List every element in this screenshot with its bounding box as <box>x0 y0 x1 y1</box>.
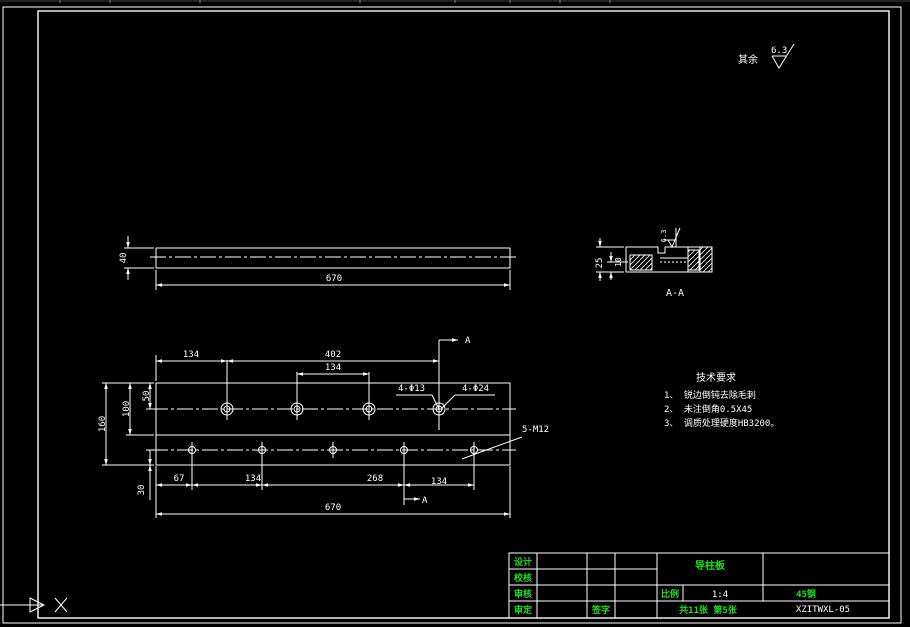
finish-value: 6.3 <box>771 46 787 56</box>
section-dim-total: 25 <box>595 258 605 269</box>
tech-note-1: 1、 锐边倒钝去除毛刺 <box>664 389 756 401</box>
ucs-icon <box>0 597 68 613</box>
front-view-labels: 134 402 134 A 4-Φ13 4-Φ24 5-M12 160 100 … <box>98 336 549 513</box>
tech-notes: 技术要求 1、 锐边倒钝去除毛刺 2、 未注倒角0.5X45 3、 调质处理硬度… <box>664 371 779 429</box>
dim-160: 160 <box>98 416 108 432</box>
dim-134-bottom: 134 <box>245 474 261 484</box>
title-block-text: 设计 校核 审核 审定 签字 导柱板 比例 1:4 45钢 共11张 第5张 X… <box>514 556 850 616</box>
dim-30: 30 <box>137 485 147 496</box>
section-view <box>596 227 713 281</box>
inner-border <box>37 10 890 619</box>
section-label: A-A <box>666 288 684 299</box>
callout-large-holes: 4-Φ24 <box>462 384 489 394</box>
tb-sign: 签字 <box>591 604 610 616</box>
dim-134-bottom-right: 134 <box>431 477 447 487</box>
tb-design: 设计 <box>514 556 532 568</box>
dim-134-top: 134 <box>183 350 199 360</box>
tb-scale-value: 1:4 <box>712 590 728 600</box>
section-mark-top: A <box>465 336 471 346</box>
callout-threaded: 5-M12 <box>522 425 549 435</box>
section-finish-value: 6.3 <box>660 230 668 243</box>
tech-note-3: 3、 调质处理硬度HB3200。 <box>664 417 779 429</box>
top-dim-height: 40 <box>119 253 129 264</box>
tech-note-2: 2、 未注倒角0.5X45 <box>664 403 752 415</box>
front-view <box>102 338 523 518</box>
tb-sheet: 共11张 第5张 <box>679 604 738 616</box>
dim-67: 67 <box>174 474 185 484</box>
section-mark-bottom: A <box>422 496 428 506</box>
dim-402: 402 <box>325 350 341 360</box>
toolbar-strip <box>0 0 910 3</box>
dim-100: 100 <box>122 401 132 417</box>
dim-268: 268 <box>367 474 383 484</box>
dim-670: 670 <box>325 503 341 513</box>
tb-material: 45钢 <box>796 588 816 600</box>
dim-50: 50 <box>142 391 152 402</box>
finish-label: 其余 <box>738 53 758 66</box>
tech-notes-title: 技术要求 <box>696 371 736 384</box>
surface-finish-note: 其余 6.3 <box>738 43 795 69</box>
section-dim-inner: 10 <box>614 257 623 267</box>
tb-drawing-no: XZITWXL-05 <box>796 605 850 615</box>
tb-scale-label: 比例 <box>661 588 679 600</box>
top-dim-length: 670 <box>326 274 342 284</box>
callout-small-holes: 4-Φ13 <box>398 384 425 394</box>
tb-approve: 审核 <box>514 588 532 600</box>
dim-134-inner: 134 <box>325 363 341 373</box>
top-view <box>124 236 516 290</box>
tb-check: 校核 <box>514 572 532 584</box>
tb-part-name: 导柱板 <box>695 559 726 572</box>
cad-drawing: 其余 6.3 40 670 25 10 6.3 A-A 134 402 134 … <box>0 0 910 624</box>
outer-border <box>2 6 902 624</box>
tb-review: 审定 <box>514 604 533 616</box>
